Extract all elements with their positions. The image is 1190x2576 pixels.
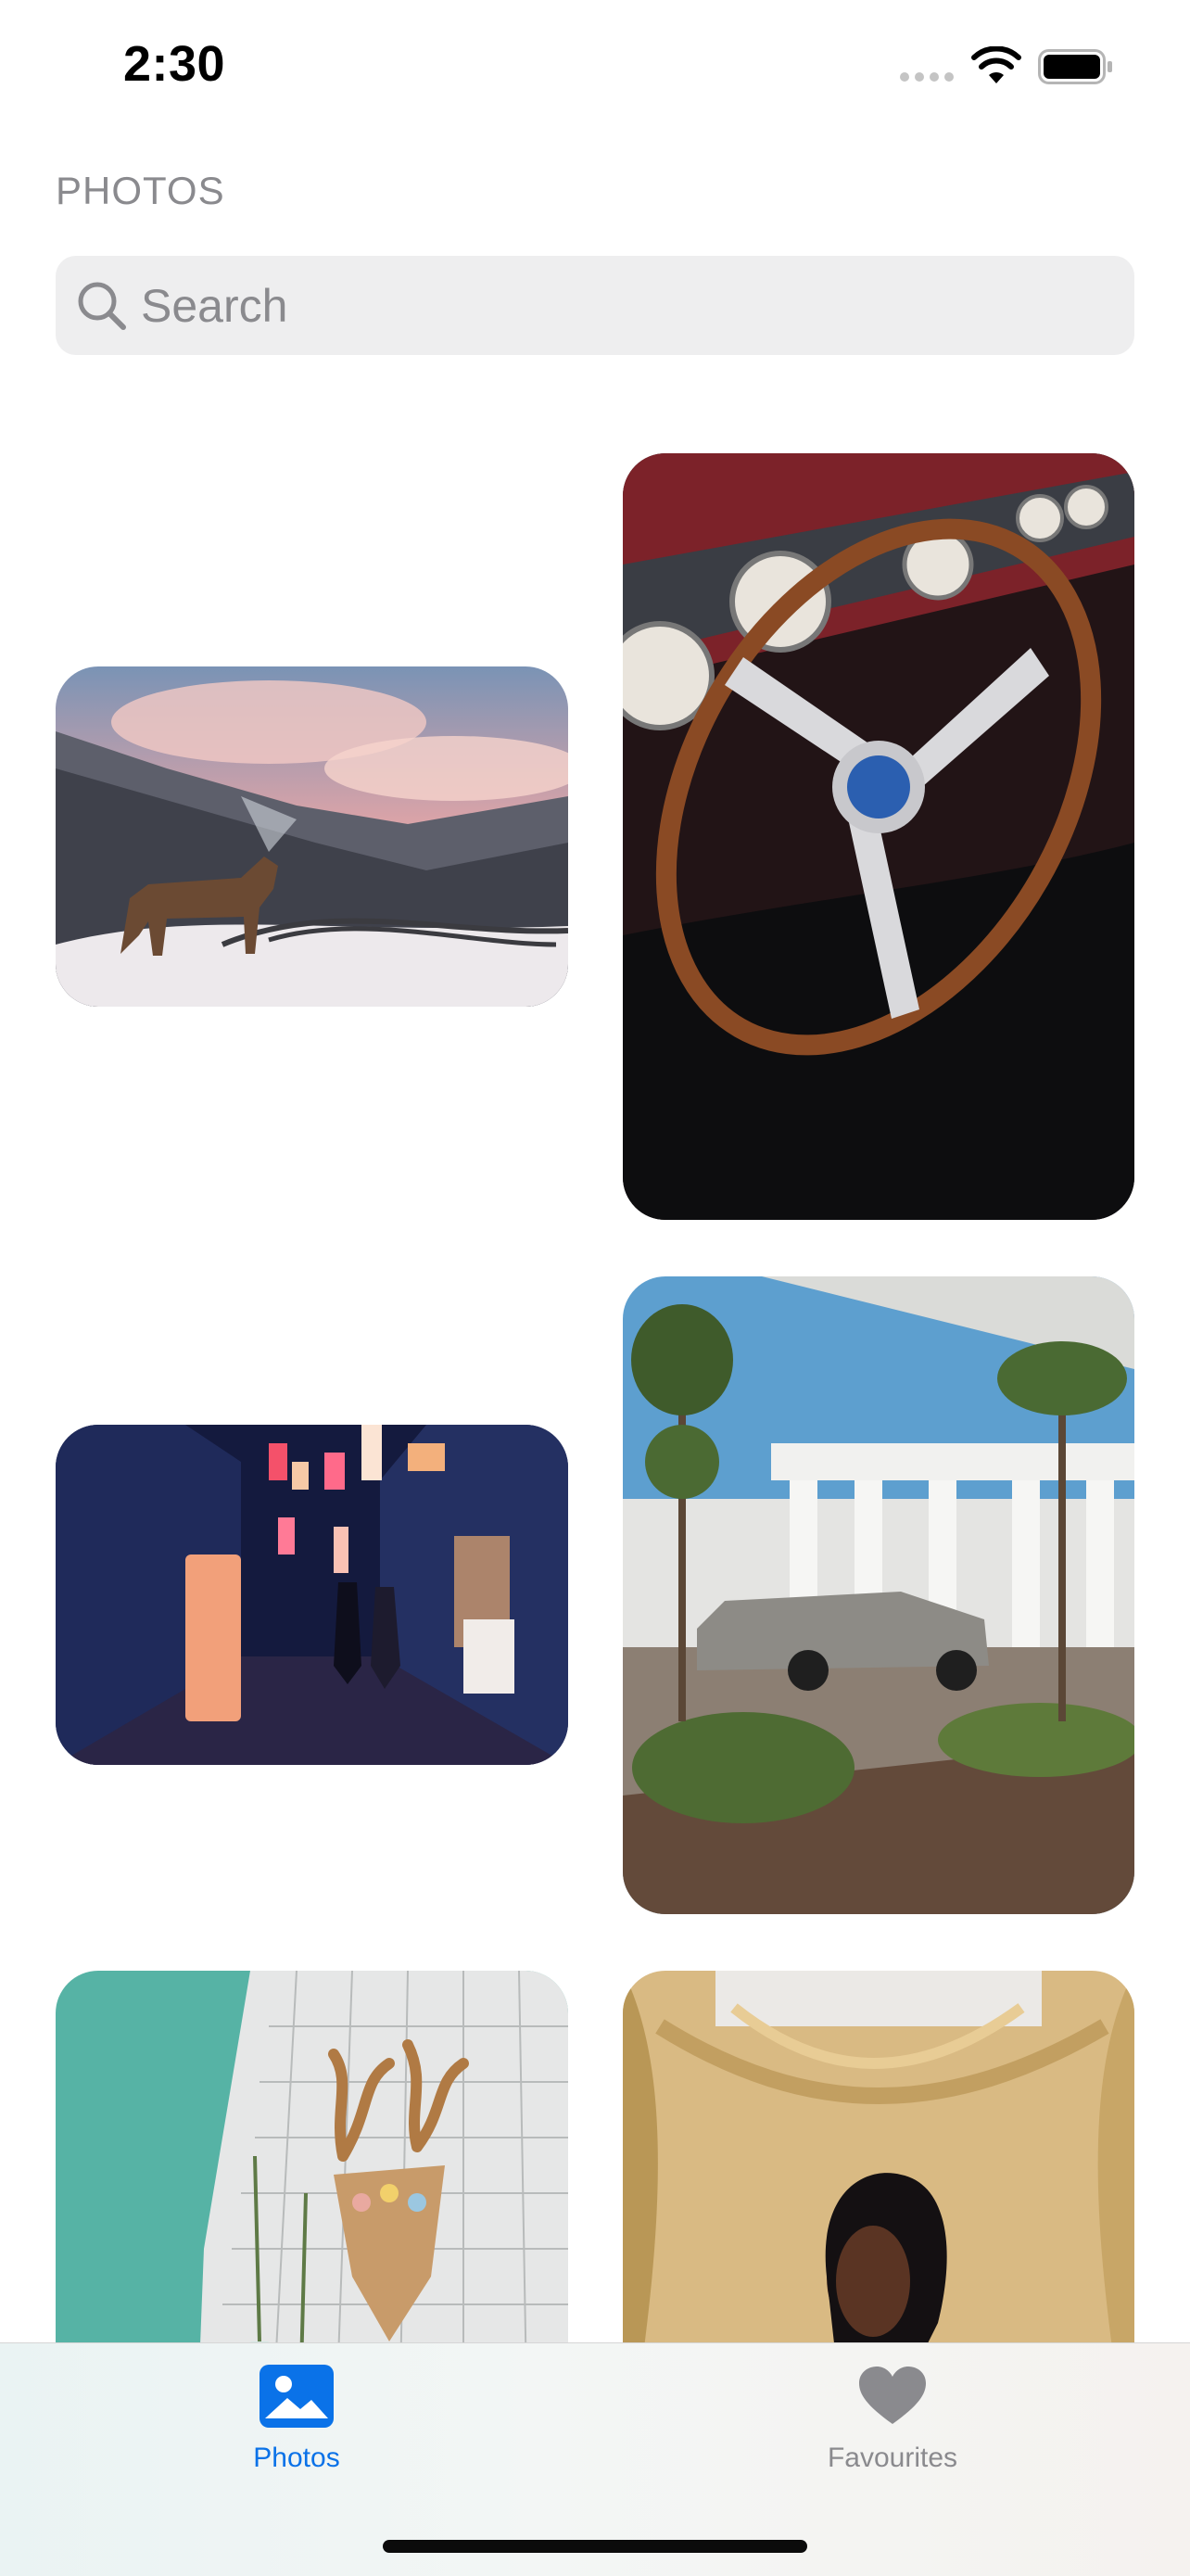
- status-bar: 2:30: [0, 0, 1190, 139]
- wolf-on-snowy-mountain-photo: [56, 666, 568, 1007]
- search-input[interactable]: [141, 256, 1114, 355]
- tab-photos[interactable]: Photos: [158, 2343, 436, 2510]
- tab-photos-label: Photos: [253, 2443, 340, 2473]
- photo-tile[interactable]: [623, 1276, 1134, 1914]
- photo-tile[interactable]: [56, 1425, 568, 1765]
- photo-icon: [260, 2365, 334, 2428]
- cellular-signal-icon: [900, 72, 956, 82]
- heart-icon: [859, 2367, 926, 2424]
- wifi-icon: [971, 46, 1021, 83]
- photo-tile[interactable]: [623, 453, 1134, 1220]
- photo-tile[interactable]: [56, 666, 568, 1007]
- status-time: 2:30: [123, 36, 226, 92]
- neon-alley-at-night-photo: [56, 1425, 568, 1765]
- section-header: PHOTOS: [56, 169, 225, 212]
- tab-favourites-label: Favourites: [827, 2443, 958, 2473]
- home-indicator: [383, 2540, 807, 2553]
- tab-favourites[interactable]: Favourites: [753, 2343, 1032, 2510]
- magnifying-glass-icon: [78, 282, 126, 330]
- car-in-modern-courtyard-photo: [623, 1276, 1134, 1914]
- search-bar[interactable]: [56, 256, 1134, 355]
- battery-icon: [1038, 49, 1112, 84]
- vintage-car-steering-wheel-photo: [623, 453, 1134, 1220]
